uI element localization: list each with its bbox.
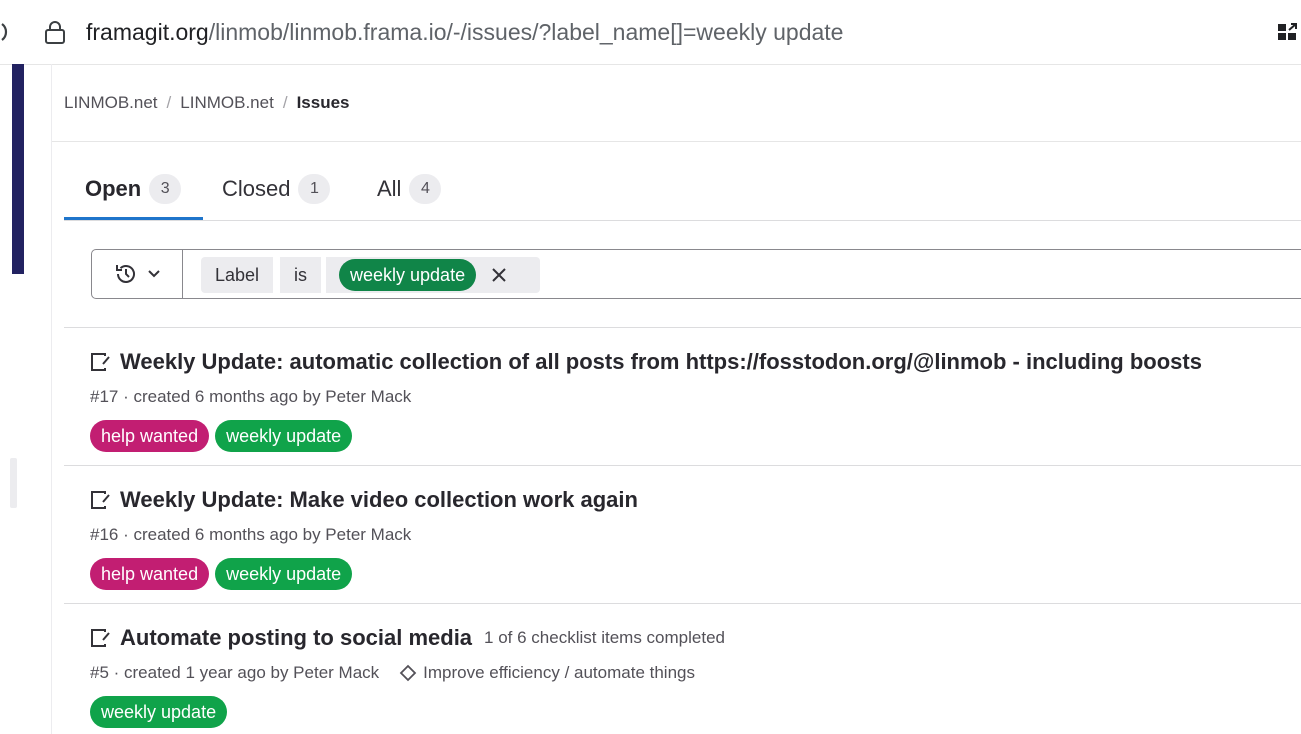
filter-token-value[interactable]: weekly update xyxy=(326,257,540,293)
issue-title[interactable]: Automate posting to social media xyxy=(120,625,472,651)
filtered-search-bar[interactable]: Label is weekly update xyxy=(91,249,1301,299)
divider xyxy=(52,141,1301,142)
chevron-down-icon xyxy=(148,270,160,278)
divider xyxy=(64,220,1301,221)
breadcrumb-separator: / xyxy=(166,93,172,112)
url-host: framagit.org xyxy=(86,19,209,45)
reload-icon[interactable] xyxy=(0,18,14,46)
url-path: /linmob/linmob.frama.io/-/issues/?label_… xyxy=(208,19,844,45)
issue-labels: weekly update xyxy=(90,696,228,728)
milestone-title: Improve efficiency / automate things xyxy=(423,663,695,682)
tab-all[interactable]: All 4 xyxy=(377,158,442,220)
label-weekly-update[interactable]: weekly update xyxy=(90,696,228,728)
issue-meta: #5 · created 1 year ago by Peter Mack Im… xyxy=(90,663,695,683)
row-divider xyxy=(64,603,1301,604)
issue-meta-text: #5 · created 1 year ago by Peter Mack xyxy=(90,663,380,682)
issue-title-line: Weekly Update: automatic collection of a… xyxy=(90,349,1202,375)
tab-closed-count: 1 xyxy=(298,174,331,204)
sidebar-resize-handle[interactable] xyxy=(10,458,17,508)
issue-title[interactable]: Weekly Update: Make video collection wor… xyxy=(120,487,638,513)
tab-closed-label: Closed xyxy=(222,176,291,201)
label-weekly-update[interactable]: weekly update xyxy=(215,558,353,590)
issue-meta: #17 · created 6 months ago by Peter Mack xyxy=(90,387,412,406)
breadcrumb-separator: / xyxy=(282,93,288,112)
history-icon xyxy=(116,265,135,283)
filter-token-label[interactable]: Label xyxy=(201,257,274,293)
tab-closed[interactable]: Closed 1 xyxy=(222,158,331,220)
lock-icon[interactable] xyxy=(44,20,66,44)
sidebar-accent xyxy=(12,64,24,274)
tab-all-label: All xyxy=(377,176,402,201)
breadcrumb-current[interactable]: Issues xyxy=(297,93,350,112)
issue-open-icon xyxy=(91,353,110,371)
filter-value-chip[interactable]: weekly update xyxy=(339,259,477,291)
url-text[interactable]: framagit.org/linmob/linmob.frama.io/-/is… xyxy=(86,18,843,46)
checklist-status: 1 of 6 checklist items completed xyxy=(484,628,725,647)
tab-open-label: Open xyxy=(85,176,142,201)
browser-url-bar[interactable]: framagit.org/linmob/linmob.frama.io/-/is… xyxy=(0,0,1301,65)
issue-title[interactable]: Weekly Update: automatic collection of a… xyxy=(120,349,1202,375)
row-divider xyxy=(64,465,1301,466)
label-help-wanted[interactable]: help wanted xyxy=(90,420,210,452)
issue-title-line: Weekly Update: Make video collection wor… xyxy=(90,487,638,513)
issue-title-line: Automate posting to social media 1 of 6 … xyxy=(90,625,725,651)
label-weekly-update[interactable]: weekly update xyxy=(215,420,353,452)
close-icon[interactable] xyxy=(490,266,508,284)
breadcrumb-project[interactable]: LINMOB.net xyxy=(180,93,274,112)
issue-open-icon xyxy=(91,629,110,647)
issue-open-icon xyxy=(91,491,110,509)
recent-searches-button[interactable] xyxy=(92,250,183,298)
extensions-icon[interactable] xyxy=(1276,22,1301,42)
issue-milestone[interactable]: Improve efficiency / automate things xyxy=(399,663,695,683)
filter-token-operator[interactable]: is xyxy=(280,257,321,293)
breadcrumb: LINMOB.net / LINMOB.net / Issues xyxy=(64,92,350,114)
issue-meta: #16 · created 6 months ago by Peter Mack xyxy=(90,525,412,544)
tab-open[interactable]: Open 3 xyxy=(85,158,182,220)
tab-all-count: 4 xyxy=(409,174,442,204)
sidebar-divider xyxy=(51,64,52,734)
issue-labels: help wanted weekly update xyxy=(90,420,353,452)
milestone-icon xyxy=(399,664,417,682)
divider xyxy=(64,327,1301,328)
label-help-wanted[interactable]: help wanted xyxy=(90,558,210,590)
issue-labels: help wanted weekly update xyxy=(90,558,353,590)
tab-open-count: 3 xyxy=(149,174,182,204)
breadcrumb-group[interactable]: LINMOB.net xyxy=(64,93,158,112)
